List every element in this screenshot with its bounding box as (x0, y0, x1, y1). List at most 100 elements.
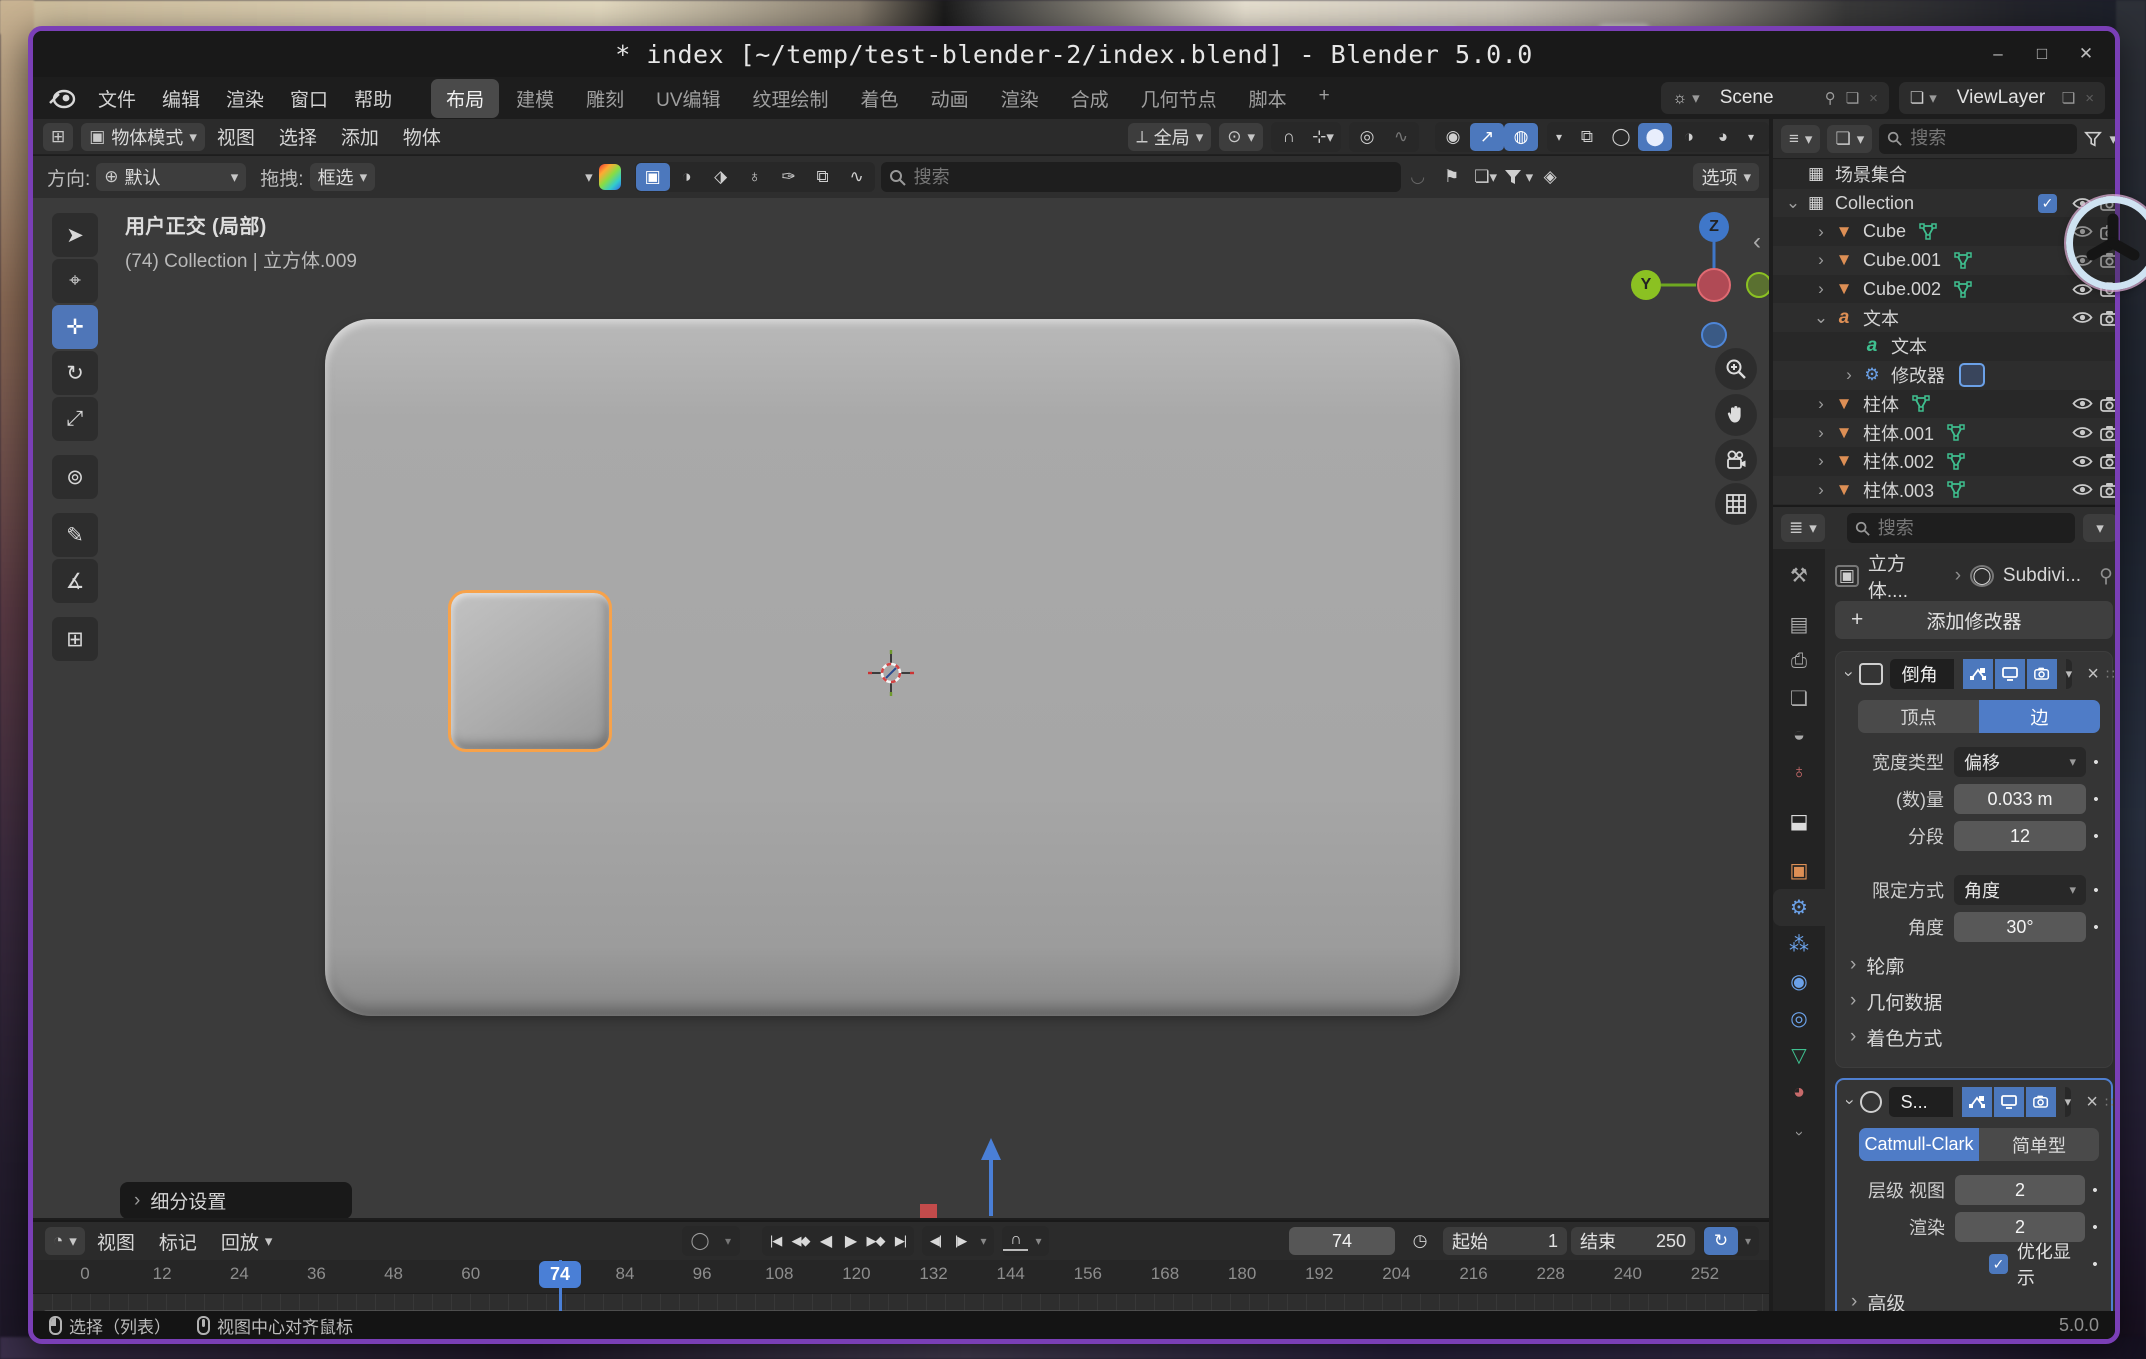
frame-start-field[interactable]: 起始1 (1443, 1227, 1567, 1255)
options-button[interactable]: 选项 ▾ (1693, 163, 1759, 191)
render-toggle[interactable] (2027, 659, 2057, 689)
expand-caret[interactable]: › (1811, 480, 1831, 500)
properties-editor-type[interactable]: ≣ ▾ (1781, 514, 1825, 542)
tab-output[interactable]: ⎙ (1773, 643, 1825, 680)
animate-dot[interactable]: • (2086, 791, 2106, 808)
selected-cube-object[interactable] (448, 590, 612, 752)
realtime-display-toggle[interactable] (1994, 1087, 2024, 1117)
expand-caret[interactable]: ⌄ (1811, 308, 1831, 328)
workspace-tab[interactable]: + (1304, 79, 1345, 118)
delete-modifier-button[interactable]: × (2087, 663, 2099, 686)
outliner-item[interactable]: a 文本 ✓ (1773, 332, 2120, 361)
gizmo-axis-y[interactable]: Y (1631, 270, 1661, 300)
tab-material[interactable]: ◕ (1773, 1074, 1825, 1111)
edit-mode-toggle[interactable] (1962, 1087, 1992, 1117)
play-reverse-button[interactable]: ◀ (813, 1228, 838, 1254)
animate-dot[interactable]: • (2086, 919, 2106, 936)
edit-mode-toggle[interactable] (1963, 659, 1993, 689)
operator-panel[interactable]: › 细分设置 (120, 1182, 352, 1218)
disable-render-icon[interactable] (2100, 310, 2119, 326)
outliner-item[interactable]: ⌄ a 文本 ✓ (1773, 303, 2120, 332)
next-keyframe-button[interactable]: ▶◆ (863, 1228, 888, 1254)
stopwatch-icon[interactable]: ◷ (1403, 1227, 1437, 1255)
modifier-name-field[interactable]: 倒角 (1890, 659, 1954, 689)
view-layer-selector[interactable]: ❏▾ ViewLayer ❏ × (1899, 82, 2105, 114)
maximize-button[interactable]: □ (2031, 43, 2053, 65)
tab-view-layer[interactable]: ❏ (1773, 680, 1825, 717)
pin-icon[interactable]: ⚲ (2099, 565, 2113, 588)
menu-item[interactable]: 窗口 (277, 80, 341, 117)
playhead-frame-badge[interactable]: 74 (539, 1261, 581, 1288)
frame-back-button[interactable]: ◀| (923, 1228, 948, 1254)
outliner-item[interactable]: › ▼ 柱体 ✓ (1773, 390, 2120, 419)
simple-tab[interactable]: 简单型 (1979, 1128, 2099, 1161)
proportional-edit-toggle[interactable]: ◎ (1350, 123, 1384, 151)
outliner-editor-type[interactable]: ≡ ▾ (1781, 125, 1820, 153)
tab-world[interactable]: ♁ (1773, 754, 1825, 791)
tabs-overflow-chevron[interactable]: › (1797, 1125, 1802, 1142)
tool-scale[interactable]: ⤢ (52, 397, 98, 441)
number-field[interactable]: 12 (1954, 821, 2086, 851)
workspace-tab[interactable]: 着色 (846, 79, 914, 118)
filter-dropdown[interactable]: ▾ (585, 168, 593, 186)
hide-viewport-icon[interactable] (2072, 454, 2093, 469)
expand-caret[interactable]: ⌄ (1783, 193, 1803, 213)
timeline-editor-type[interactable]: ◔ ▾ (45, 1227, 85, 1255)
jump-to-start-button[interactable]: |◀ (763, 1228, 788, 1254)
camera-view-button[interactable] (1715, 439, 1757, 481)
drag-handle[interactable]: ∷∷ (2105, 1094, 2120, 1111)
hide-viewport-icon[interactable] (2072, 396, 2093, 411)
tab-physics[interactable]: ◉ (1773, 963, 1825, 1000)
tab-data[interactable]: ▽ (1773, 1037, 1825, 1074)
copy-settings-icon[interactable]: ❏▾ (1469, 163, 1503, 191)
render-toggle[interactable] (2026, 1087, 2056, 1117)
workspace-tab[interactable]: 渲染 (986, 79, 1054, 118)
outliner-item[interactable]: ⌄ ▦ Collection ✓ (1773, 189, 2120, 218)
workspace-tab[interactable]: 雕刻 (571, 79, 639, 118)
show-object-types[interactable]: ◉ (1436, 123, 1470, 151)
modifier-extras-dropdown[interactable]: ▾ (2065, 1087, 2072, 1117)
shading-dropdown[interactable]: ▾ (1548, 123, 1570, 151)
outliner-item[interactable]: › ▼ 柱体.002 ✓ (1773, 447, 2120, 476)
hide-viewport-icon[interactable] (2072, 425, 2093, 440)
animate-dot[interactable]: • (2086, 754, 2106, 771)
tab-collection[interactable]: ⬓ (1773, 803, 1825, 840)
viewport-menu[interactable]: 添加 (329, 123, 391, 150)
proportional-falloff[interactable]: ∿ (1384, 123, 1418, 151)
collapsed-section[interactable]: ›几何数据 (1836, 983, 2112, 1019)
filter-scene-icon[interactable]: ⬗ (704, 163, 738, 191)
frame-ruler[interactable]: 0 12 24 36 48 60 72 84 96 108 (63, 1264, 1727, 1284)
outliner-search-input[interactable] (1902, 128, 2069, 149)
affect-edges-tab[interactable]: 边 (1979, 700, 2100, 733)
sidebar-collapse-arrow[interactable]: ‹ (1753, 228, 1761, 256)
object-name[interactable]: 修改器 (1885, 362, 1945, 388)
show-gizmo-toggle[interactable]: ↗ (1470, 123, 1504, 151)
modifier-name-field[interactable]: S... (1889, 1087, 1953, 1117)
gizmo-axis-z-neg[interactable] (1701, 322, 1727, 348)
collection-checkbox[interactable]: ✓ (2038, 194, 2057, 213)
expand-caret[interactable]: › (1811, 423, 1831, 443)
tab-tool[interactable]: ⚒ (1773, 557, 1825, 594)
animate-dot[interactable]: • (2085, 1219, 2105, 1236)
filter-action-icon[interactable]: ∿ (840, 163, 874, 191)
dropdown-field[interactable]: 角度▾ (1954, 875, 2086, 905)
subdivision-modifier-header[interactable]: › S... ▾ × ∷∷ (1837, 1080, 2111, 1124)
ortho-perspective-button[interactable] (1715, 483, 1757, 525)
hide-viewport-icon[interactable] (2072, 482, 2093, 497)
object-name[interactable]: Cube.001 (1857, 250, 1941, 271)
collapsed-section[interactable]: ›着色方式 (1836, 1019, 2112, 1055)
tab-modifiers[interactable]: ⚙ (1773, 889, 1825, 926)
filter-funnel-icon[interactable] (1503, 167, 1523, 187)
outliner-item[interactable]: › ▼ 柱体.001 ✓ (1773, 418, 2120, 447)
add-modifier-button[interactable]: + 添加修改器 (1835, 601, 2113, 639)
tool-rotate[interactable]: ↻ (52, 351, 98, 395)
bookmark-icon[interactable]: ⚑ (1435, 163, 1469, 191)
expand-caret[interactable]: › (1811, 451, 1831, 471)
viewport-menu[interactable]: 物体 (391, 123, 453, 150)
filter-material-icon[interactable]: ◑ (670, 163, 704, 191)
tab-particles[interactable]: ⁂ (1773, 926, 1825, 963)
scene-selector[interactable]: ☼▾ Scene ⚲ ❏ × (1661, 82, 1888, 114)
timeline-menu[interactable]: 标记 (147, 1228, 209, 1255)
tool-add-cube[interactable]: ⊞ (52, 617, 98, 661)
object-name[interactable]: 场景集合 (1829, 161, 1907, 187)
